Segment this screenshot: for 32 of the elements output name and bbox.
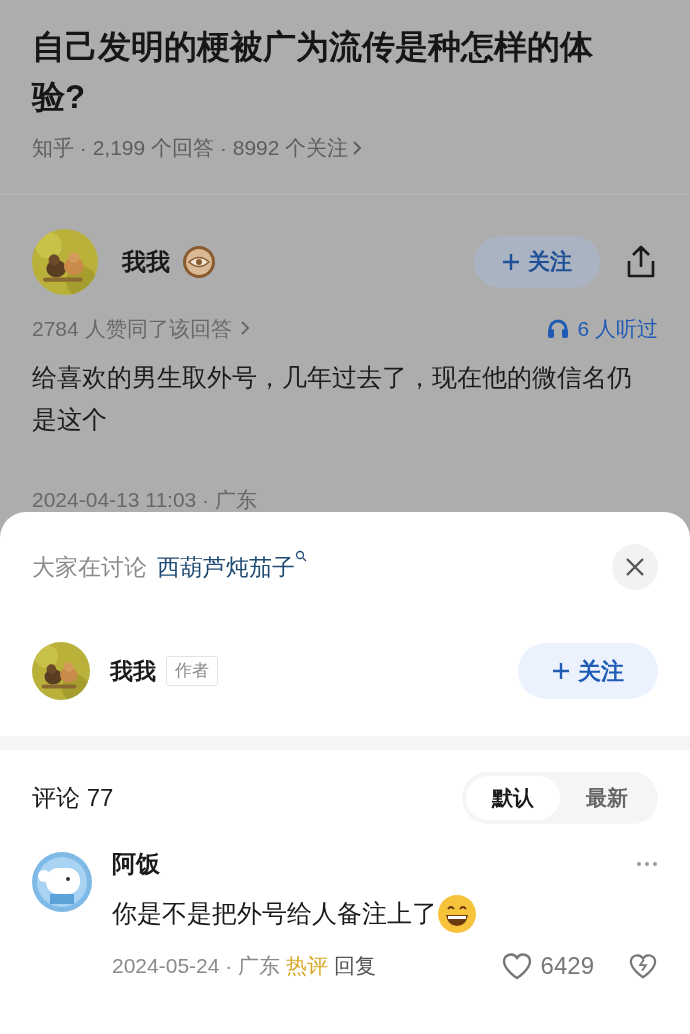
- reply-link[interactable]: 回复: [334, 950, 377, 982]
- comments-header: 评论 77: [32, 783, 114, 813]
- answer-date: 2024-04-13 11:03 · 广东: [32, 487, 258, 513]
- more-icon[interactable]: [636, 861, 658, 867]
- commenter-name[interactable]: 阿饭: [112, 846, 160, 882]
- author-name[interactable]: 我我: [110, 653, 156, 689]
- question-title: 自己发明的梗被广为流传是种怎样的体验?: [32, 27, 594, 117]
- author-badge: 作者: [166, 656, 218, 686]
- headphones-icon: [547, 318, 570, 339]
- chevron-icon: [352, 139, 363, 156]
- like-count: 6429: [540, 951, 594, 981]
- sort-tab[interactable]: 最新: [560, 776, 654, 820]
- answer-text: 给喜欢的男生取外号，几年过去了，现在他的微信名仍是这个: [32, 362, 633, 435]
- close-button[interactable]: [612, 544, 658, 590]
- sort-tab[interactable]: 默认: [466, 776, 560, 820]
- search-icon: [295, 549, 307, 562]
- follow-button[interactable]: 关注: [518, 643, 658, 699]
- comment-date: 2024-05-24 · 广东: [112, 953, 281, 980]
- plus-icon: [552, 662, 570, 680]
- comment-text: 你是不是把外号给人备注上了: [112, 898, 437, 930]
- heart-icon[interactable]: [500, 951, 533, 981]
- author-name[interactable]: 我我: [122, 243, 170, 280]
- smiley-icon: [437, 894, 477, 934]
- discussing-label: 大家在讨论: [32, 552, 147, 582]
- hot-comment-tag: 热评: [286, 950, 329, 982]
- eye-icon: [182, 244, 216, 279]
- close-icon: [625, 557, 645, 577]
- chevron-icon: [239, 320, 250, 337]
- plus-icon: [502, 252, 520, 271]
- broken-heart-icon[interactable]: [628, 952, 658, 980]
- follow-button[interactable]: 关注: [474, 235, 600, 288]
- topic-link[interactable]: 西葫芦炖茄子: [157, 549, 307, 585]
